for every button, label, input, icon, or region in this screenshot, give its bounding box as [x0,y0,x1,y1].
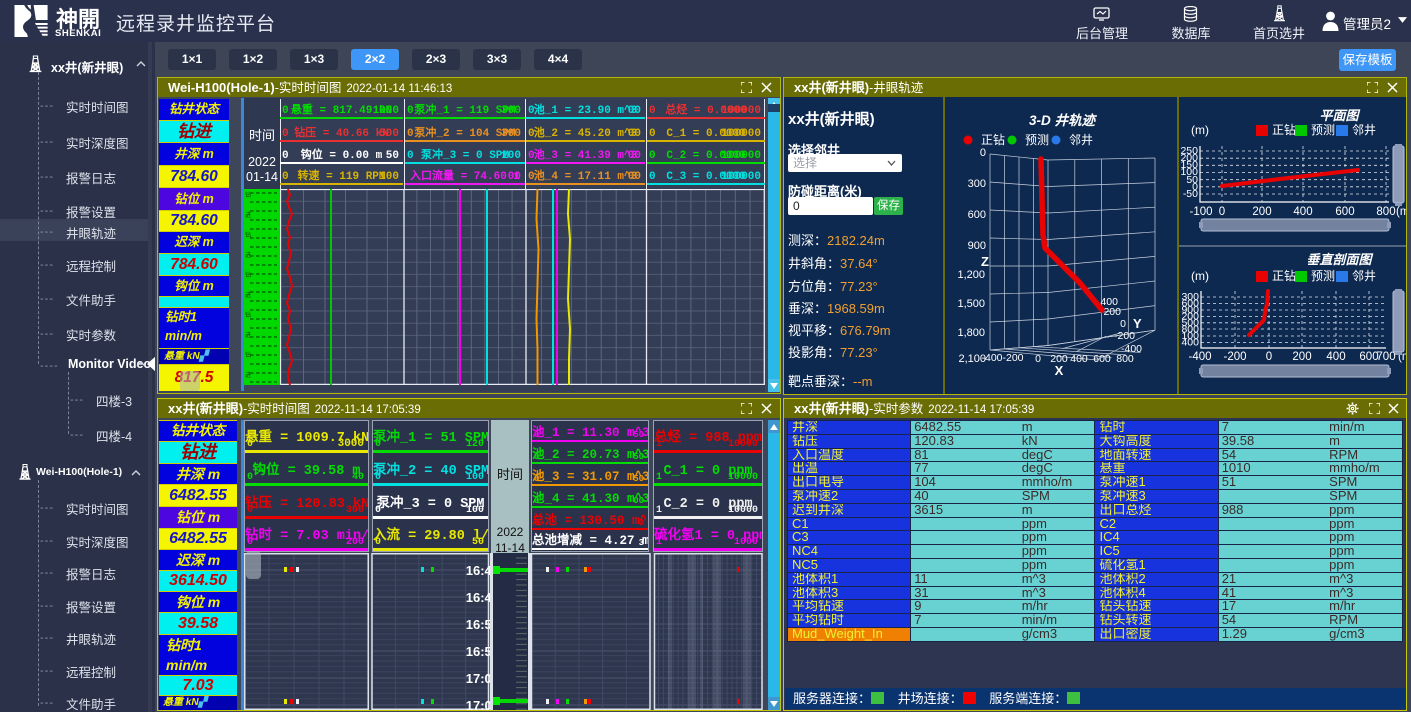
svg-text:X: X [1055,363,1064,378]
svg-text:Z: Z [981,254,989,269]
svg-text:-50: -50 [1183,188,1198,200]
svg-text:600: 600 [1335,206,1354,218]
svg-text:(m): (m) [1191,269,1209,283]
svg-text:钻: 钻 [245,271,251,279]
svg-text:1,500: 1,500 [957,298,985,310]
svg-text:200: 200 [1252,206,1271,218]
svg-text:预测: 预测 [1311,269,1335,283]
svg-text:进: 进 [245,331,251,339]
svg-text:进: 进 [245,291,251,299]
svg-text:600: 600 [968,209,986,221]
svg-text:-100: -100 [1189,206,1212,218]
svg-text:0: 0 [1120,318,1126,330]
svg-text:200: 200 [1292,351,1311,363]
svg-text:0: 0 [1219,206,1225,218]
svg-text:进: 进 [245,211,251,219]
svg-text:-200: -200 [1114,330,1135,342]
svg-text:1,200: 1,200 [957,269,985,281]
svg-text:800: 800 [1376,206,1395,218]
svg-text:(m): (m) [1191,123,1209,137]
svg-text:进: 进 [245,251,251,259]
svg-text:钻: 钻 [245,191,251,199]
svg-text:-400: -400 [1188,351,1211,363]
svg-text:平面图: 平面图 [1319,108,1360,123]
svg-text:邻井: 邻井 [1069,133,1093,147]
svg-text:Y: Y [1133,316,1142,331]
svg-text:邻井: 邻井 [1352,269,1376,283]
svg-text:0: 0 [980,147,986,159]
svg-text:正钻: 正钻 [1272,268,1296,283]
svg-text:300: 300 [968,178,986,190]
svg-text:钻: 钻 [245,311,251,319]
svg-text:进: 进 [245,371,251,379]
svg-text:钻: 钻 [245,231,251,239]
svg-text:400: 400 [1326,351,1345,363]
svg-text:3-D 井轨迹: 3-D 井轨迹 [1029,113,1098,128]
svg-text:0: 0 [1266,351,1272,363]
svg-text:1,800: 1,800 [957,327,985,339]
svg-text:900: 900 [968,240,986,252]
svg-text:(m): (m) [1396,206,1406,218]
svg-text:400: 400 [1070,353,1088,365]
svg-text:正钻: 正钻 [981,132,1005,147]
svg-text:400: 400 [1293,206,1312,218]
svg-text:0: 0 [1035,353,1041,365]
svg-text:预测: 预测 [1025,133,1049,147]
svg-text:邻井: 邻井 [1352,123,1376,137]
svg-text:-400: -400 [981,352,1002,364]
svg-text:700: 700 [1376,351,1395,363]
svg-text:-200: -200 [1002,352,1023,364]
svg-text:正钻: 正钻 [1272,122,1296,137]
svg-text:200: 200 [1103,306,1121,318]
svg-text:-200: -200 [1223,351,1246,363]
svg-text:-400: -400 [1121,343,1142,355]
svg-text:垂直剖面图: 垂直剖面图 [1306,252,1373,267]
svg-text:预测: 预测 [1311,123,1335,137]
svg-text:400: 400 [1181,337,1199,349]
svg-text:600: 600 [1093,353,1111,365]
svg-text:钻: 钻 [245,351,251,359]
